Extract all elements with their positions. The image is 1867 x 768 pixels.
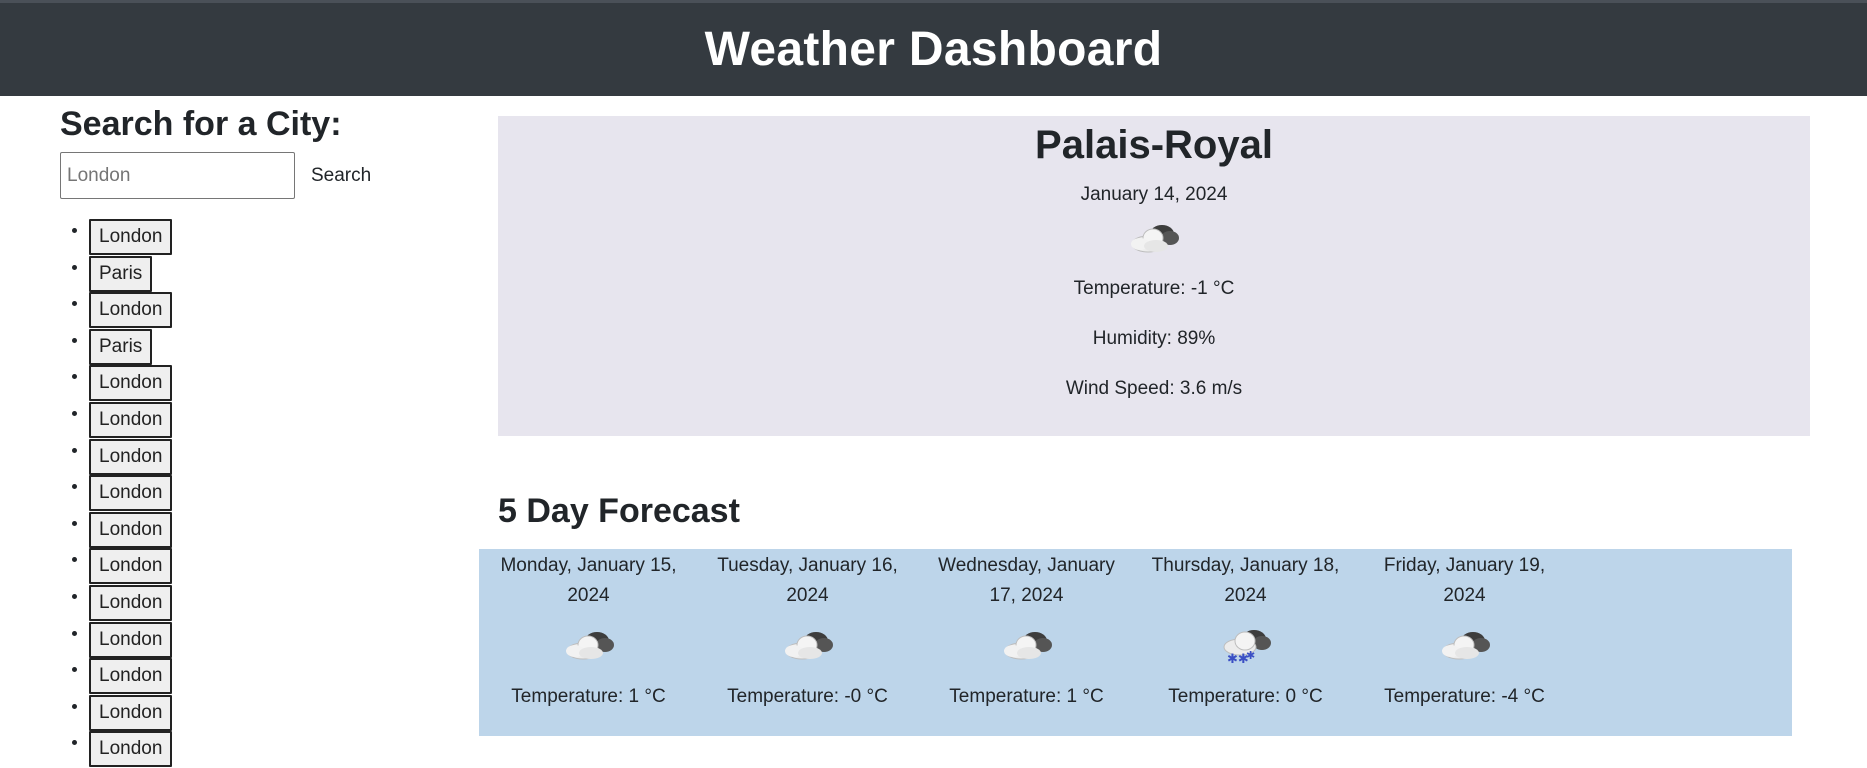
history-button[interactable]: Paris — [89, 328, 153, 365]
forecast-card: Tuesday, January 16, 2024 Temperature: -… — [710, 549, 905, 736]
cloudy-icon — [929, 625, 1124, 669]
history-button[interactable]: London — [89, 548, 173, 585]
history-button[interactable]: London — [89, 219, 173, 255]
history-button[interactable]: London — [89, 584, 173, 621]
current-date: January 14, 2024 — [1080, 184, 1228, 205]
forecast-title: 5 Day Forecast — [498, 492, 740, 530]
history-item: London — [89, 658, 460, 695]
sidebar: Search for a City: Search London Paris L… — [60, 104, 460, 768]
search-button[interactable]: Search — [303, 159, 379, 193]
forecast-card: Friday, January 19, 2024 Temperature: -4… — [1367, 549, 1562, 736]
forecast-date: Tuesday, January 16, 2024 — [717, 555, 898, 606]
history-button[interactable]: London — [89, 658, 173, 695]
snow-icon: ✱✱ ✱ — [1148, 625, 1343, 669]
search-form: Search — [60, 152, 460, 199]
search-title: Search for a City: — [60, 105, 342, 143]
current-weather-card: Palais-Royal January 14, 2024 Temperatur… — [498, 116, 1810, 436]
current-temperature: Temperature: -1 °C — [1073, 278, 1235, 299]
forecast-date: Friday, January 19, 2024 — [1383, 555, 1546, 606]
forecast-temperature: Temperature: 1 °C — [949, 686, 1104, 707]
current-humidity: Humidity: 89% — [1092, 328, 1216, 349]
history-button[interactable]: London — [89, 438, 173, 475]
history-item: London — [89, 511, 460, 549]
forecast-card: Monday, January 15, 2024 Temperature: 1 … — [491, 549, 686, 736]
cloudy-icon — [710, 625, 905, 669]
history-item: London — [89, 584, 460, 622]
cloudy-icon — [1367, 625, 1562, 669]
svg-text:✱: ✱ — [1246, 649, 1255, 662]
forecast-date: Thursday, January 18, 2024 — [1151, 555, 1340, 606]
forecast-temperature: Temperature: 0 °C — [1168, 686, 1323, 707]
history-item: London — [89, 548, 460, 585]
history-item: London — [89, 621, 460, 659]
history-button[interactable]: London — [89, 365, 173, 402]
forecast-date: Wednesday, January 17, 2024 — [938, 555, 1115, 606]
history-item: London — [89, 401, 460, 439]
cloudy-icon — [498, 218, 1810, 262]
history-item: London — [89, 475, 460, 512]
current-city-name: Palais-Royal — [1035, 123, 1273, 167]
history-item: London — [89, 365, 460, 402]
history-button[interactable]: London — [89, 621, 173, 658]
app-header: Weather Dashboard — [0, 0, 1867, 96]
history-item: Paris — [89, 328, 460, 366]
cloudy-icon — [491, 625, 686, 669]
history-button[interactable]: London — [89, 292, 173, 329]
history-button[interactable]: London — [89, 694, 173, 731]
history-button[interactable]: London — [89, 511, 173, 548]
search-history-list: London Paris London Paris London London … — [60, 219, 460, 768]
history-item: London — [89, 694, 460, 732]
history-item: Paris — [89, 255, 460, 293]
forecast-temperature: Temperature: -0 °C — [727, 686, 888, 707]
history-item: London — [89, 219, 460, 256]
city-search-input[interactable] — [60, 152, 295, 199]
forecast-date: Monday, January 15, 2024 — [500, 555, 677, 606]
history-button[interactable]: Paris — [89, 255, 153, 292]
forecast-temperature: Temperature: 1 °C — [511, 686, 666, 707]
forecast-card: Wednesday, January 17, 2024 Temperature:… — [929, 549, 1124, 736]
current-wind-speed: Wind Speed: 3.6 m/s — [1065, 378, 1243, 399]
history-button[interactable]: London — [89, 475, 173, 512]
history-button[interactable]: London — [89, 401, 173, 438]
history-item: London — [89, 438, 460, 476]
forecast-row: Monday, January 15, 2024 Temperature: 1 … — [479, 549, 1792, 736]
history-button[interactable]: London — [89, 731, 173, 768]
forecast-card: Thursday, January 18, 2024 ✱✱ ✱ Temperat… — [1148, 549, 1343, 736]
history-item: London — [89, 731, 460, 768]
forecast-temperature: Temperature: -4 °C — [1384, 686, 1545, 707]
history-item: London — [89, 292, 460, 329]
page-title: Weather Dashboard — [704, 23, 1163, 76]
